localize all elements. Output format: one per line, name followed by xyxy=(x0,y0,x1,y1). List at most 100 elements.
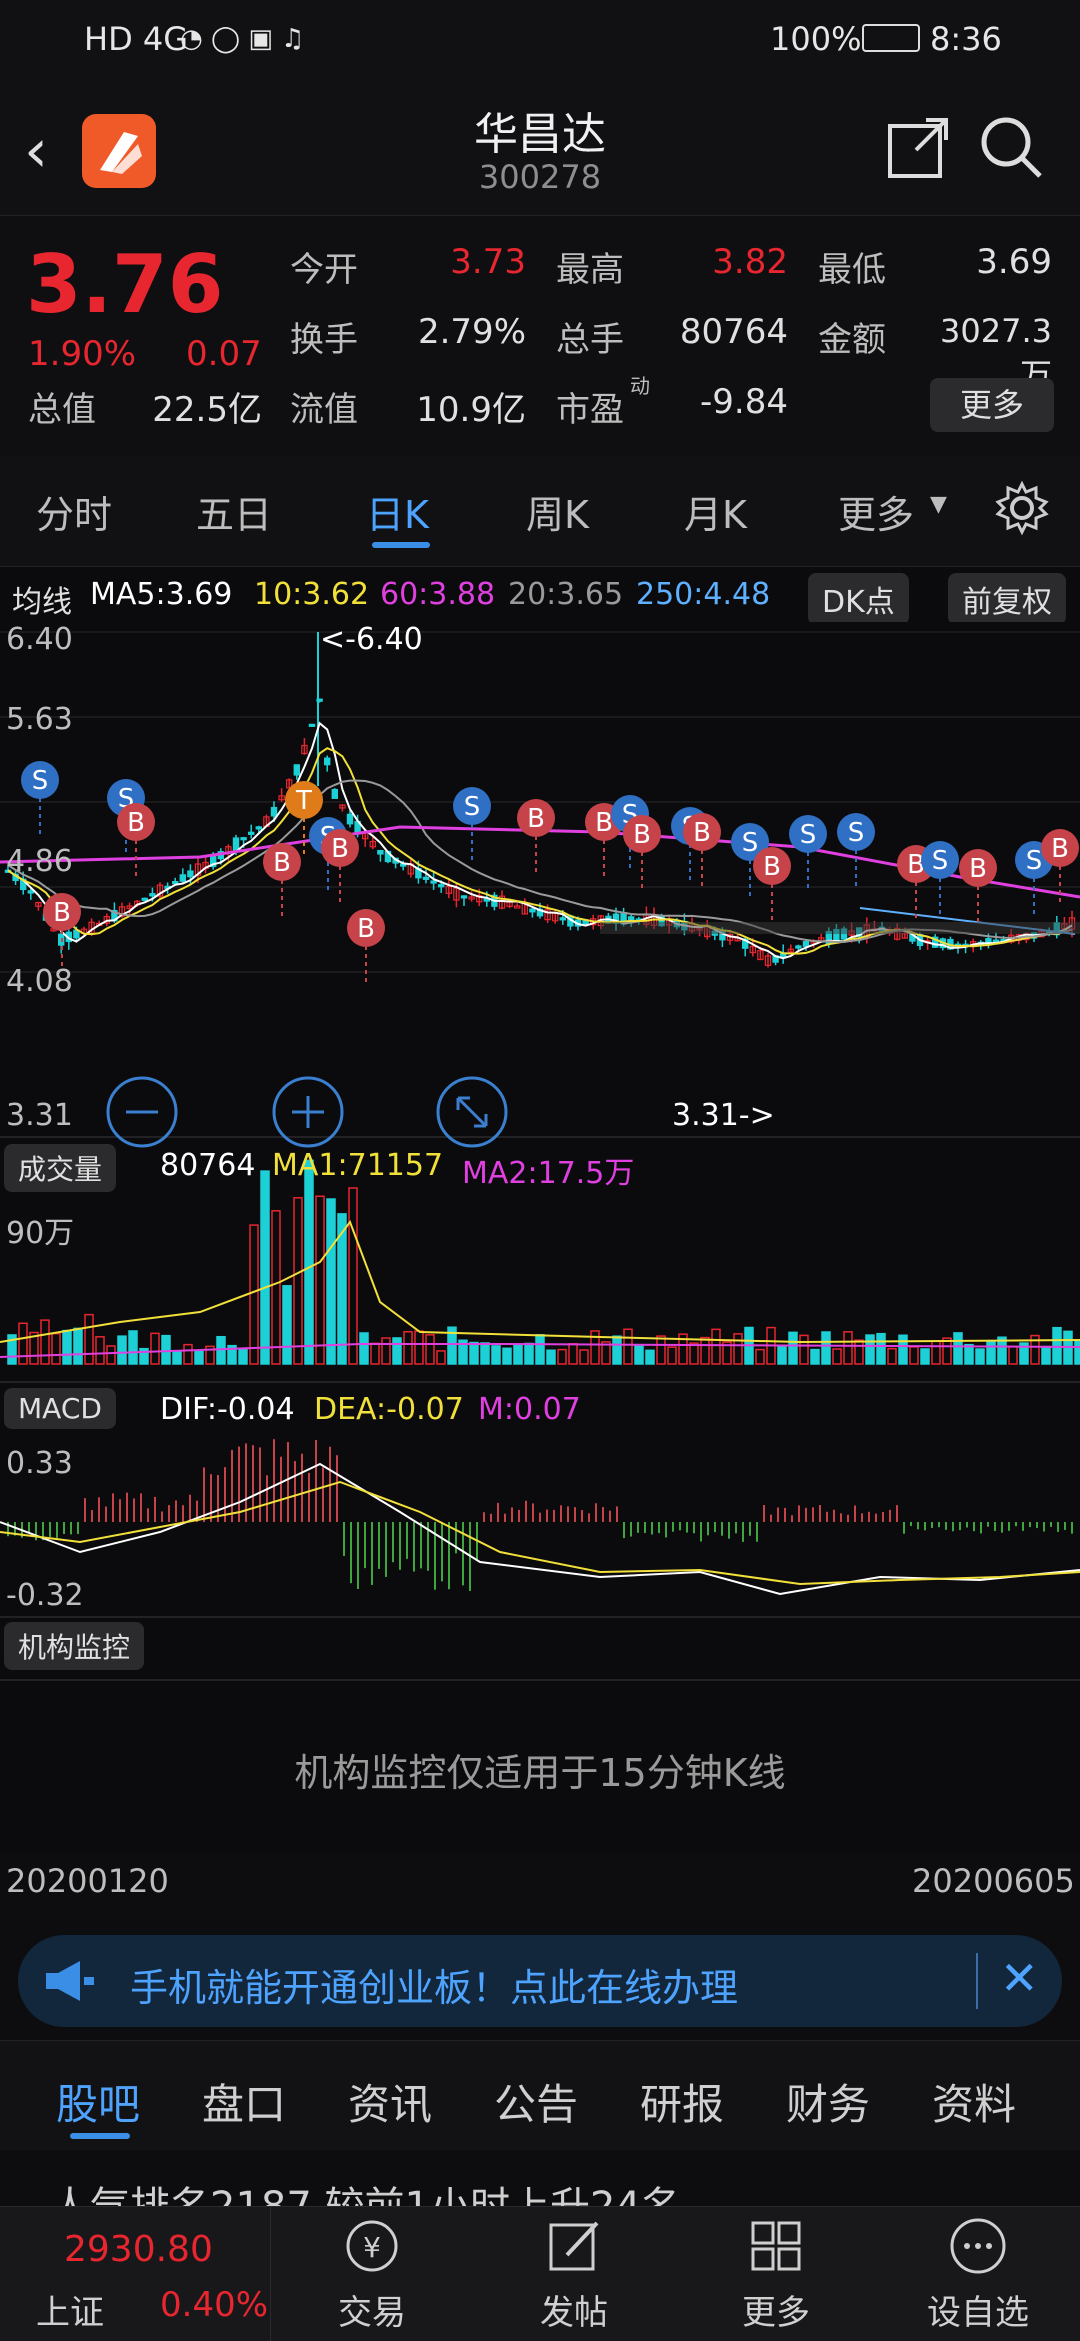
macd-selector[interactable]: MACD xyxy=(4,1388,116,1429)
nav-watchlist[interactable]: 设自选 xyxy=(918,2215,1038,2334)
volume-bar xyxy=(887,1347,897,1365)
tab-research[interactable]: 研报 xyxy=(640,2071,724,2132)
candle-body xyxy=(529,908,536,913)
marker-label: S xyxy=(32,766,49,796)
min-price-annotation: 3.31-> xyxy=(672,1098,775,1133)
volume-bar xyxy=(854,1339,864,1365)
marker-label: S xyxy=(464,792,481,822)
price-label-2: 5.63 xyxy=(6,702,73,737)
marker-label: B xyxy=(53,898,71,928)
nav-trade[interactable]: ¥ 交易 xyxy=(312,2215,432,2334)
mktcap-value: 22.5亿 xyxy=(152,390,262,430)
nav-more[interactable]: 更多 xyxy=(716,2215,836,2334)
volume-bar xyxy=(469,1341,479,1365)
banner-text: 手机就能开通创业板！点此在线办理 xyxy=(130,1966,739,2010)
stock-header: ‹ 华昌达 300278 xyxy=(0,80,1080,215)
marker-label: B xyxy=(595,808,613,838)
volume-bar xyxy=(623,1328,633,1365)
price-label-3: 4.86 xyxy=(6,844,73,879)
adjust-button[interactable]: 前复权 xyxy=(948,573,1066,625)
tab-weekly-k[interactable]: 周K xyxy=(526,484,589,539)
tab-forum[interactable]: 股吧 xyxy=(56,2071,140,2132)
tab-news[interactable]: 资讯 xyxy=(348,2071,432,2132)
nav-watchlist-label: 设自选 xyxy=(927,2293,1029,2333)
volume-bar xyxy=(502,1347,512,1365)
marker-label: T xyxy=(295,786,312,816)
pe-value: -9.84 xyxy=(700,382,788,422)
volume-ma1: MA1:71157 xyxy=(272,1148,444,1183)
volume-bar xyxy=(612,1335,622,1365)
institution-selector[interactable]: 机构监控 xyxy=(4,1622,145,1670)
marker-label: B xyxy=(527,804,545,834)
zoom-out-button[interactable] xyxy=(106,1076,178,1148)
candle-body xyxy=(346,813,354,825)
search-icon[interactable] xyxy=(978,114,1046,186)
macd-header: MACD DIF:-0.04 DEA:-0.07 M:0.07 xyxy=(0,1384,1080,1434)
expand-icon[interactable] xyxy=(436,1076,508,1148)
nav-post-label: 发帖 xyxy=(540,2293,608,2333)
institution-message: 机构监控仅适用于15分钟K线 xyxy=(294,1751,786,1795)
turnover-value: 2.79% xyxy=(417,312,526,352)
macd-dea-value: DEA:-0.07 xyxy=(314,1392,464,1427)
chevron-down-icon: ▼ xyxy=(930,492,947,517)
tab-finance[interactable]: 财务 xyxy=(786,2071,870,2132)
open-value: 3.73 xyxy=(450,242,526,282)
candle-body xyxy=(438,884,445,888)
float-label: 流值 xyxy=(290,390,358,430)
candle-body xyxy=(324,757,331,766)
volume-bar xyxy=(986,1341,996,1365)
index-ticker[interactable]: 2930.80 上证 0.40% xyxy=(0,2207,271,2341)
low-label: 最低 xyxy=(818,250,886,290)
kline-svg[interactable]: SSBBBTSBBSBBSBSBSBSSBSBSB xyxy=(0,622,1080,1852)
more-quote-button[interactable]: 更多 xyxy=(930,378,1054,432)
candle-body xyxy=(270,806,278,817)
volume-bar xyxy=(403,1331,413,1365)
volume-bar xyxy=(942,1337,952,1365)
mktcap-label: 总值 xyxy=(28,390,96,430)
gear-icon[interactable] xyxy=(994,480,1050,540)
volume-bar xyxy=(436,1350,446,1365)
index-change: 0.40% xyxy=(160,2285,269,2325)
close-icon[interactable]: ✕ xyxy=(1000,1951,1039,2005)
open-label: 今开 xyxy=(290,250,358,290)
zoom-in-button[interactable] xyxy=(272,1076,344,1148)
tab-monthly-k[interactable]: 月K xyxy=(684,484,747,539)
tab-more[interactable]: 更多 xyxy=(838,484,914,539)
volume-bar xyxy=(348,1187,358,1365)
marker-label: B xyxy=(969,854,987,884)
tab-daily-k[interactable]: 日K xyxy=(366,484,429,539)
nav-post[interactable]: 发帖 xyxy=(514,2215,634,2334)
candle-body xyxy=(255,826,263,830)
banner-divider xyxy=(976,1953,978,2009)
tab-profile[interactable]: 资料 xyxy=(932,2071,1016,2132)
volume-bar xyxy=(645,1349,655,1365)
volume-bar xyxy=(535,1334,545,1365)
more-dots-icon xyxy=(950,2218,1006,2274)
marker-label: S xyxy=(1026,846,1043,876)
low-value: 3.69 xyxy=(976,242,1052,282)
status-left-icons: HD 4G xyxy=(84,20,189,58)
tab-announcements[interactable]: 公告 xyxy=(494,2071,578,2132)
wifi-icon: ◔ ◯ ▣ ♫ xyxy=(180,24,305,54)
share-icon[interactable] xyxy=(886,116,950,184)
tab-five-day[interactable]: 五日 xyxy=(196,484,272,539)
macd-histogram xyxy=(7,1439,1073,1591)
tab-intraday[interactable]: 分时 xyxy=(36,484,112,539)
ma10-value: 10:3.62 xyxy=(254,577,370,612)
resistance-band xyxy=(600,922,1080,934)
volume-bar xyxy=(964,1343,974,1365)
marker-label: B xyxy=(693,818,711,848)
dk-point-button[interactable]: DK点 xyxy=(808,573,909,625)
volume-selector[interactable]: 成交量 xyxy=(4,1144,117,1192)
promo-banner[interactable]: 手机就能开通创业板！点此在线办理 ✕ xyxy=(18,1935,1062,2027)
volume-bar xyxy=(271,1210,281,1365)
volume-ma2: MA2:17.5万 xyxy=(462,1156,635,1191)
quote-panel: 3.76 1.90% 0.07 今开 3.73 最高 3.82 最低 3.69 … xyxy=(0,215,1080,457)
volume-bar xyxy=(95,1336,105,1365)
marker-label: B xyxy=(633,820,651,850)
macd-dif-value: DIF:-0.04 xyxy=(160,1392,295,1427)
volume-bar xyxy=(117,1335,127,1365)
tab-orderbook[interactable]: 盘口 xyxy=(202,2071,286,2132)
volume-bar xyxy=(1074,1340,1080,1365)
change-amount: 0.07 xyxy=(186,334,262,374)
